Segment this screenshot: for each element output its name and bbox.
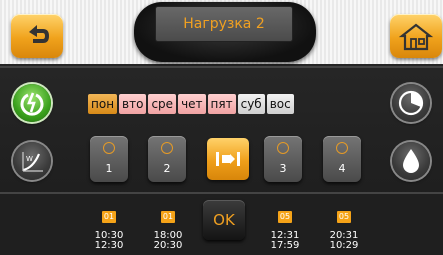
home-button[interactable]: [390, 14, 442, 58]
end-time: 20:30: [153, 240, 183, 251]
slot-button-2[interactable]: 2: [148, 136, 186, 182]
water-button[interactable]: [392, 142, 430, 180]
back-arrow-icon: [29, 25, 49, 43]
pie-gauge-icon: [398, 90, 424, 116]
home-icon: [398, 23, 434, 51]
heating-curve-icon: W: [22, 152, 43, 172]
slot-indicator-icon: [161, 142, 173, 154]
end-time: 10:29: [329, 240, 359, 251]
page-title: Нагрузка 2: [183, 16, 265, 32]
heating-curve-button[interactable]: W: [13, 142, 51, 180]
slot-button-3[interactable]: 3: [264, 136, 302, 182]
day-sat[interactable]: суб: [237, 94, 265, 114]
slot-number: 3: [279, 162, 287, 175]
back-button[interactable]: [11, 14, 63, 58]
time-entry-2: 01 18:00 20:30: [143, 204, 193, 251]
day-mon[interactable]: пон: [88, 94, 118, 114]
slot-button-1[interactable]: 1: [90, 136, 128, 182]
slot-button-4[interactable]: 4: [323, 136, 361, 182]
svg-text:W: W: [26, 155, 33, 163]
day-thu[interactable]: чет: [178, 94, 206, 114]
slot-number: 4: [338, 162, 346, 175]
power-button[interactable]: [13, 84, 51, 122]
weekday-selector: пон вто сре чет пят суб вос: [88, 94, 294, 114]
time-entry-1: 01 10:30 12:30: [84, 204, 134, 251]
day-fri[interactable]: пят: [207, 94, 236, 114]
load-level-badge: 01: [161, 211, 175, 223]
slot-indicator-icon: [277, 142, 289, 154]
title-display: Нагрузка 2: [155, 6, 293, 42]
edit-slot-icon: [216, 152, 240, 166]
load-level-badge: 05: [278, 211, 292, 223]
slot-number: 2: [163, 162, 171, 175]
slot-indicator-icon: [336, 142, 348, 154]
day-tue[interactable]: вто: [119, 94, 147, 114]
water-drop-icon: [403, 149, 419, 173]
power-icon: [20, 92, 44, 116]
edit-slot-button[interactable]: [207, 138, 249, 180]
divider: [0, 66, 443, 68]
load-level-badge: 05: [337, 211, 351, 223]
time-entry-4: 05 20:31 10:29: [319, 204, 369, 251]
ok-button[interactable]: OK: [203, 200, 245, 240]
ok-label: OK: [213, 211, 235, 229]
slot-indicator-icon: [103, 142, 115, 154]
end-time: 12:30: [94, 240, 124, 251]
load-level-badge: 01: [102, 211, 116, 223]
slot-number: 1: [105, 162, 113, 175]
day-sun[interactable]: вос: [266, 94, 294, 114]
gauge-button[interactable]: [392, 84, 430, 122]
day-wed[interactable]: сре: [148, 94, 177, 114]
screen: Нагрузка 2 W пон вто сре чет пят суб вос…: [0, 0, 443, 255]
end-time: 17:59: [270, 240, 300, 251]
time-entry-3: 05 12:31 17:59: [260, 204, 310, 251]
